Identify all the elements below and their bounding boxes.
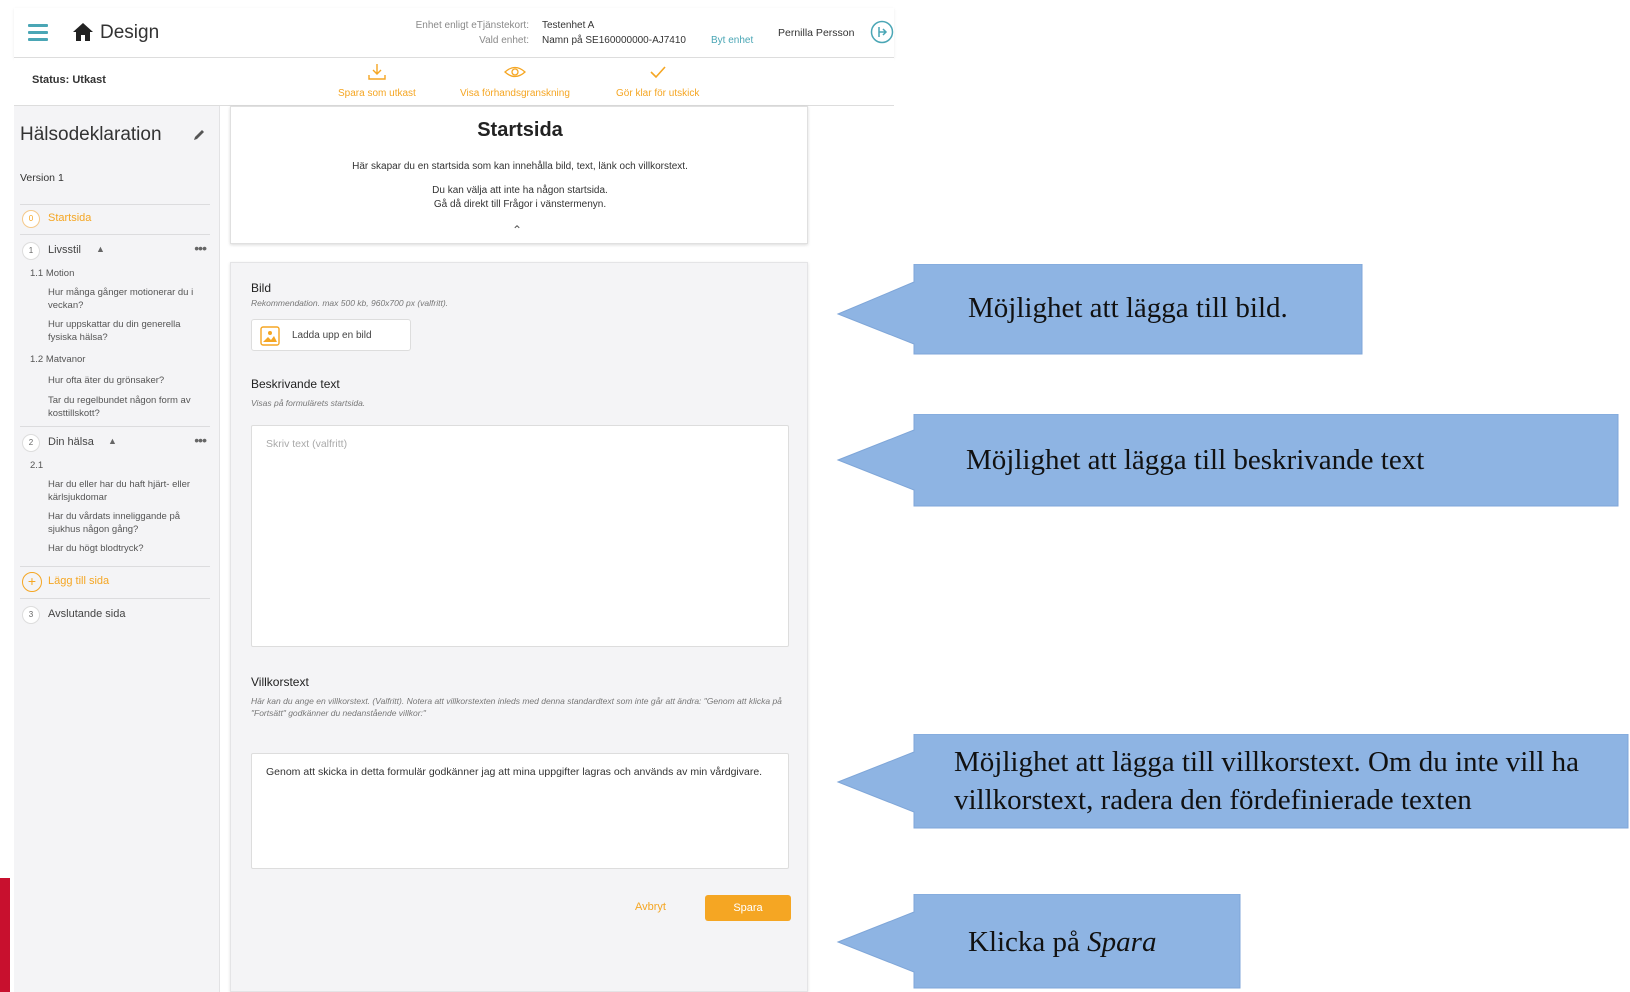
page-number: 0 (22, 210, 40, 228)
sidebar-item-label: Startsida (48, 212, 92, 224)
sidebar-item-startsida[interactable]: 0 Startsida (20, 208, 210, 230)
terms-label: Villkorstext (251, 675, 309, 689)
start-page-card: Startsida Här skapar du en startsida som… (230, 106, 808, 244)
callout-text-emphasis: Spara (1087, 926, 1157, 958)
question-item[interactable]: Har du högt blodtryck? (48, 542, 198, 555)
version-label: Version 1 (20, 172, 64, 184)
intro-text: Här skapar du en startsida som kan inneh… (352, 161, 688, 172)
preview-button[interactable]: Visa förhandsgranskning (460, 62, 570, 99)
page-number: 3 (22, 606, 40, 624)
intro-text: Du kan välja att inte ha någon startsida… (432, 185, 608, 196)
save-button[interactable]: Spara (705, 895, 791, 921)
upload-image-button[interactable]: Ladda upp en bild (251, 319, 411, 351)
logout-icon[interactable] (870, 20, 894, 44)
callout-terms: Möjlighet att lägga till villkorstext. O… (834, 734, 1630, 830)
image-label: Bild (251, 281, 272, 295)
sidebar-item-label: Livsstil (48, 244, 82, 256)
more-options-icon[interactable]: ••• (194, 432, 207, 448)
question-item[interactable]: Hur uppskattar du din generella fysiska … (48, 318, 198, 344)
question-item[interactable]: Tar du regelbundet någon form av kosttil… (48, 394, 198, 420)
save-draft-button[interactable]: Spara som utkast (338, 62, 416, 99)
callout-text: Möjlighet att lägga till beskrivande tex… (966, 444, 1425, 476)
sidebar-item-label: Avslutande sida (48, 608, 126, 620)
page-title: Startsida (477, 119, 563, 141)
question-item[interactable]: Hur ofta äter du grönsaker? (48, 374, 198, 387)
sidebar-item-livsstil[interactable]: 1 Livsstil ▲ ••• (20, 240, 210, 262)
change-unit-link[interactable]: Byt enhet (711, 35, 753, 46)
more-options-icon[interactable]: ••• (194, 240, 207, 256)
menu-icon[interactable] (28, 24, 48, 42)
callout-save: Klicka på Spara (834, 894, 1244, 990)
callout-text: Möjlighet att lägga till bild. (968, 292, 1288, 324)
image-hint: Rekommendation. max 500 kb, 960x700 px (… (251, 298, 449, 308)
save-draft-label: Spara som utkast (338, 88, 416, 99)
sidebar-item-din-halsa[interactable]: 2 Din hälsa ▲ ••• (20, 432, 210, 454)
app-title: Design (100, 22, 160, 43)
divider (20, 204, 210, 205)
selected-unit-value: Namn på SE160000000-AJ7410 (542, 35, 686, 46)
terms-hint: Här kan du ange en villkorstext. (Valfri… (251, 696, 782, 718)
section-heading: 2.1 (30, 460, 44, 471)
sidebar-item-avslutande-sida[interactable]: 3 Avslutande sida (20, 604, 210, 626)
status-bar: Status: Utkast Spara som utkast Visa för… (14, 58, 894, 106)
question-item[interactable]: Har du eller har du haft hjärt- eller kä… (48, 478, 198, 504)
checkmark-icon (650, 66, 666, 79)
unit-contract-label: Enhet enligt eTjänstekort: (415, 20, 529, 31)
sidebar-item-label: Din hälsa (48, 436, 94, 448)
home-icon[interactable] (72, 22, 94, 42)
question-item[interactable]: Hur många gånger motionerar du i veckan? (48, 286, 198, 312)
cancel-button[interactable]: Avbryt (635, 901, 666, 913)
divider (20, 426, 210, 427)
main-content: Startsida Här skapar du en startsida som… (220, 106, 894, 992)
description-label: Beskrivande text (251, 377, 340, 391)
edit-form-card: Bild Rekommendation. max 500 kb, 960x700… (230, 262, 808, 992)
description-hint: Visas på formulärets startsida. (251, 398, 366, 408)
intro-text: Gå då direkt till Frågor i vänstermenyn. (433, 199, 607, 210)
description-textarea[interactable] (251, 425, 789, 647)
callout-text-prefix: Klicka på (968, 926, 1088, 958)
ready-to-send-button[interactable]: Gör klar för utskick (616, 62, 699, 99)
upload-image-label: Ladda upp en bild (292, 330, 372, 341)
preview-label: Visa förhandsgranskning (460, 88, 570, 99)
sidebar: Hälsodeklaration Version 1 0 Startsida 1… (14, 106, 220, 992)
divider (20, 598, 210, 599)
plus-circle-icon: + (22, 572, 42, 592)
selected-unit-label: Vald enhet: (479, 35, 529, 46)
form-title: Hälsodeklaration (20, 124, 162, 145)
page-number: 2 (22, 434, 40, 452)
chevron-up-icon[interactable]: ⌃ (512, 223, 522, 237)
pencil-icon[interactable] (192, 128, 206, 142)
status-label: Status: Utkast (32, 74, 106, 86)
callout-text: villkorstext, radera den fördefinierade … (954, 784, 1472, 816)
ready-to-send-label: Gör klar för utskick (616, 88, 700, 99)
unit-contract-value: Testenhet A (542, 20, 595, 31)
collapse-caret-icon[interactable]: ▲ (96, 244, 105, 254)
terms-textarea[interactable] (251, 753, 789, 869)
callout-image: Möjlighet att lägga till bild. (834, 264, 1364, 358)
image-icon (260, 326, 280, 346)
question-item[interactable]: Har du vårdats inneliggande på sjukhus n… (48, 510, 198, 536)
top-bar: Design Enhet enligt eTjänstekort: Testen… (14, 8, 894, 58)
callout-description: Möjlighet att lägga till beskrivande tex… (834, 414, 1624, 508)
add-page-label: Lägg till sida (48, 575, 110, 587)
red-edge-mark (0, 878, 10, 992)
section-heading: 1.1 Motion (30, 268, 75, 279)
collapse-caret-icon[interactable]: ▲ (108, 436, 117, 446)
page-number: 1 (22, 242, 40, 260)
download-icon (368, 64, 386, 80)
user-name: Pernilla Persson (778, 27, 855, 39)
eye-icon (503, 66, 526, 78)
divider (20, 566, 210, 567)
divider (20, 234, 210, 235)
annotated-screenshot: Design Enhet enligt eTjänstekort: Testen… (0, 0, 1630, 992)
callout-text: Klicka på Spara (968, 924, 1156, 960)
callout-text: Möjlighet att lägga till villkorstext. O… (954, 746, 1580, 778)
section-heading: 1.2 Matvanor (30, 354, 86, 365)
